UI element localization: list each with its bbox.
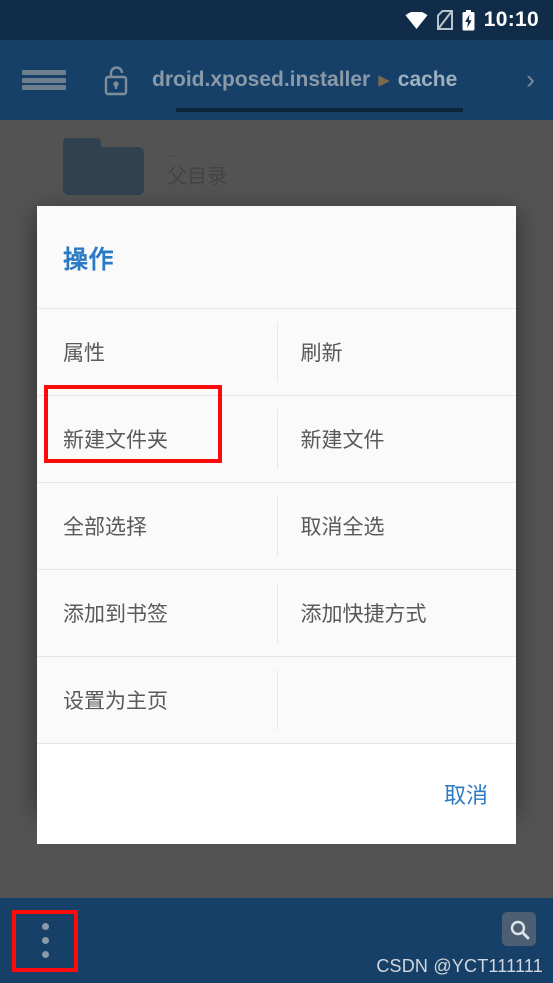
action-select-all[interactable]: 全部选择 (37, 483, 277, 569)
status-bar: 10:10 (0, 0, 553, 40)
action-empty-cell (276, 657, 517, 743)
search-icon[interactable] (502, 912, 536, 946)
unlocked-padlock-icon[interactable] (102, 64, 130, 96)
dialog-title: 操作 (63, 246, 115, 274)
status-bar-clock: 10:10 (483, 8, 539, 31)
no-sim-icon (436, 10, 453, 30)
watermark-text: CSDN @YCT111111 (376, 956, 543, 976)
bottom-bar: CSDN @YCT111111 (0, 898, 553, 983)
breadcrumb-item-1[interactable]: cache (398, 68, 458, 92)
action-add-bookmark[interactable]: 添加到书签 (37, 570, 277, 656)
actions-row: 设置为主页 (37, 657, 516, 744)
chevron-right-icon[interactable]: › (526, 66, 535, 94)
action-new-file[interactable]: 新建文件 (276, 396, 517, 482)
actions-row: 新建文件夹 新建文件 (37, 396, 516, 483)
action-deselect-all[interactable]: 取消全选 (276, 483, 517, 569)
action-set-as-home[interactable]: 设置为主页 (37, 657, 277, 743)
actions-row: 全部选择 取消全选 (37, 483, 516, 570)
breadcrumb-separator-icon: ▶ (378, 71, 390, 89)
action-add-shortcut[interactable]: 添加快捷方式 (276, 570, 517, 656)
phone-screen: 10:10 droid.xposed.installer ▶ cache › 操… (0, 0, 553, 983)
dialog-footer: 取消 (37, 744, 516, 844)
battery-charging-icon (462, 9, 475, 31)
actions-row: 属性 刷新 (37, 309, 516, 396)
action-properties[interactable]: 属性 (37, 309, 277, 395)
hamburger-menu-icon[interactable] (22, 64, 66, 96)
actions-dialog: 操作 属性 刷新 新建文件夹 新建文件 全部选择 取消全选 添加到书签 添加快捷… (37, 206, 516, 844)
actions-row: 添加到书签 添加快捷方式 (37, 570, 516, 657)
breadcrumb-underline (176, 108, 463, 112)
breadcrumb-item-0[interactable]: droid.xposed.installer (152, 68, 370, 92)
action-new-folder[interactable]: 新建文件夹 (37, 396, 277, 482)
breadcrumb: droid.xposed.installer ▶ cache › (102, 64, 553, 112)
overflow-vertical-dots-icon[interactable] (14, 910, 76, 970)
cancel-button[interactable]: 取消 (444, 778, 488, 810)
actions-grid: 属性 刷新 新建文件夹 新建文件 全部选择 取消全选 添加到书签 添加快捷方式 … (37, 308, 516, 744)
wifi-icon (405, 11, 428, 29)
app-toolbar: droid.xposed.installer ▶ cache › (0, 40, 553, 120)
action-refresh[interactable]: 刷新 (276, 309, 517, 395)
